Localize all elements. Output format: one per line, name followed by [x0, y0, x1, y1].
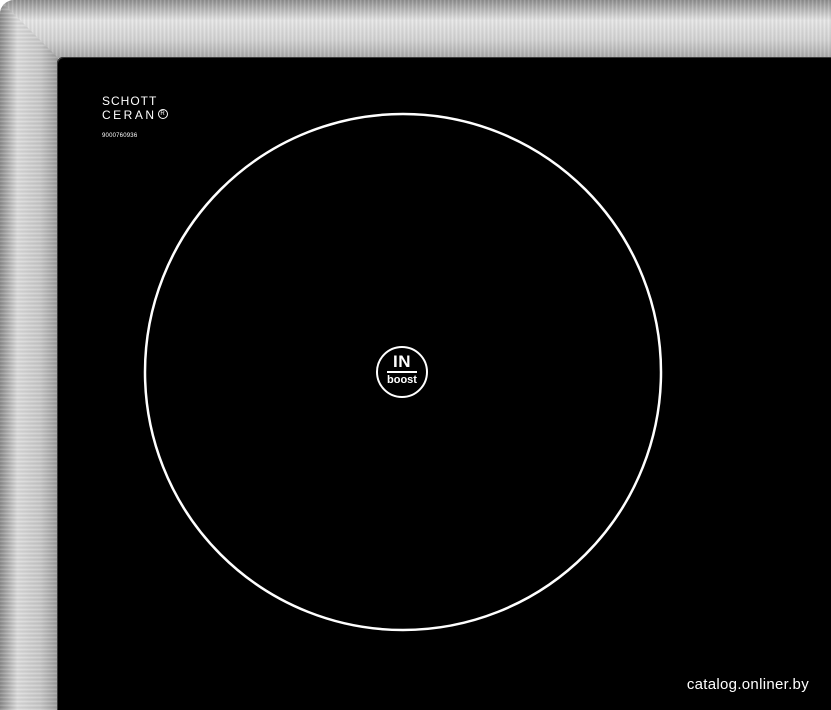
cooktop-photo: SCHOTT CERAN R 9000760936 IN boost catalo…: [0, 0, 831, 710]
induction-boost-badge: IN boost: [376, 346, 428, 398]
badge-in-label: IN: [393, 352, 411, 371]
watermark-text: catalog.onliner.by: [686, 676, 809, 693]
badge-divider: [387, 371, 417, 373]
badge-boost-label: boost: [387, 374, 417, 386]
